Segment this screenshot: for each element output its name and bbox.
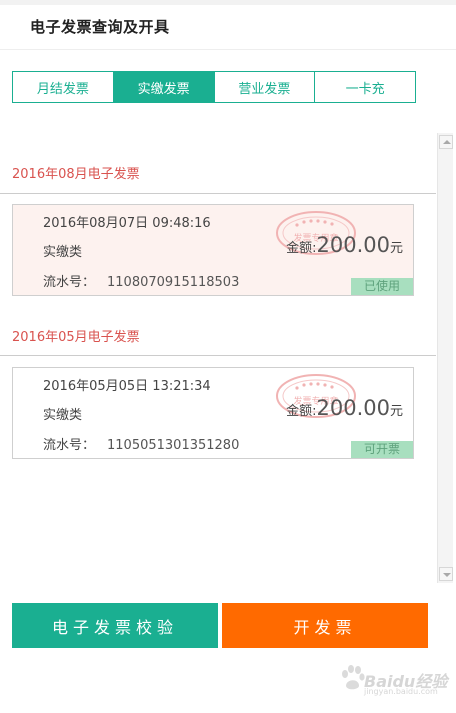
amount-label: 金额: — [286, 404, 317, 419]
invoice-amount: 金额:200.00元 — [286, 233, 403, 257]
serial-label: 流水号： — [43, 438, 96, 453]
status-badge[interactable]: 可开票 — [351, 441, 413, 458]
baidu-watermark: Baidu经验 jingyan.baidu.com — [338, 662, 450, 700]
serial-label: 流水号： — [43, 275, 96, 290]
serial-number: 1105051301351280 — [107, 438, 240, 453]
verify-invoice-button[interactable]: 电子发票校验 — [12, 603, 218, 648]
amount-unit: 元 — [389, 241, 403, 256]
issue-invoice-button[interactable]: 开发票 — [222, 603, 428, 648]
group-title-2016-05: 2016年05月电子发票 — [12, 330, 140, 345]
tab-monthly-invoice[interactable]: 月结发票 — [13, 72, 114, 102]
invoice-type-tabs: 月结发票 实缴发票 营业发票 一卡充 — [12, 71, 416, 103]
invoice-amount: 金额:200.00元 — [286, 396, 403, 420]
watermark-url: jingyan.baidu.com — [364, 687, 438, 696]
invoice-category: 实缴类 — [43, 408, 83, 423]
serial-number: 1108070915118503 — [107, 275, 240, 290]
scroll-up-arrow-icon[interactable] — [439, 135, 453, 149]
amount-unit: 元 — [389, 404, 403, 419]
invoice-card-2016-05[interactable]: 发票专用章 2016年05月05日 13:21:34 实缴类 金额:200.00… — [12, 367, 414, 459]
invoice-datetime: 2016年05月05日 13:21:34 — [43, 379, 211, 394]
scroll-down-arrow-icon[interactable] — [439, 567, 453, 581]
invoice-serial: 流水号： 1108070915118503 — [43, 271, 239, 290]
invoice-serial: 流水号： 1105051301351280 — [43, 434, 239, 453]
group-divider — [0, 193, 436, 194]
invoice-list[interactable]: 2016年08月电子发票 发票专用章 2016年08月07日 09:48:16 … — [0, 133, 436, 583]
paw-logo-icon — [342, 665, 365, 690]
page-title: 电子发票查询及开具 — [30, 18, 170, 36]
tab-paid-invoice[interactable]: 实缴发票 — [113, 72, 215, 102]
invoice-card-2016-08[interactable]: 发票专用章 2016年08月07日 09:48:16 实缴类 金额:200.00… — [12, 204, 414, 296]
status-badge: 已使用 — [351, 278, 413, 295]
amount-label: 金额: — [286, 241, 317, 256]
group-divider — [0, 355, 436, 356]
header-bar: 电子发票查询及开具 — [0, 0, 456, 50]
tab-business-invoice[interactable]: 营业发票 — [214, 72, 316, 102]
invoice-datetime: 2016年08月07日 09:48:16 — [43, 216, 211, 231]
invoice-category: 实缴类 — [43, 245, 83, 260]
tab-card-recharge[interactable]: 一卡充 — [315, 72, 415, 102]
amount-value: 200.00 — [316, 233, 390, 257]
amount-value: 200.00 — [316, 396, 390, 420]
group-title-2016-08: 2016年08月电子发票 — [12, 167, 140, 182]
list-scrollbar[interactable] — [437, 133, 453, 583]
top-strip — [0, 0, 456, 5]
